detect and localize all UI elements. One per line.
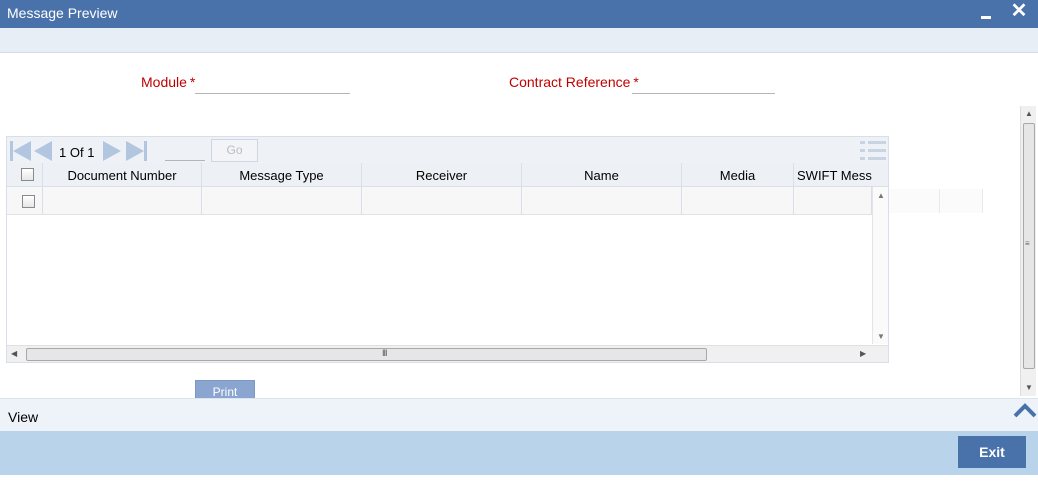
first-page-icon[interactable]	[13, 141, 31, 161]
select-all-checkbox[interactable]	[21, 168, 34, 181]
column-header[interactable]: Name	[522, 163, 682, 186]
last-page-bar[interactable]	[144, 141, 147, 161]
table-cell	[43, 187, 202, 214]
minimize-icon[interactable]	[980, 6, 994, 22]
column-header[interactable]: Message Type	[202, 163, 362, 186]
contract-reference-label: Contract Reference *	[509, 74, 639, 90]
view-label: View	[8, 409, 39, 425]
print-button[interactable]: Print	[195, 380, 255, 400]
column-header[interactable]: Media	[682, 163, 794, 186]
table-cell	[682, 187, 794, 214]
scroll-down-icon[interactable]: ▼	[1025, 383, 1033, 392]
table-row[interactable]	[7, 187, 888, 215]
message-grid: 1 Of 1 Go Document Number Message Type R…	[6, 136, 889, 363]
scroll-grip-icon: ≡	[1025, 239, 1030, 248]
title-bar: Message Preview ✕	[0, 0, 1038, 28]
page-number-input[interactable]	[165, 141, 205, 161]
grid-pager: 1 Of 1 Go	[7, 137, 888, 163]
table-cell	[522, 187, 682, 214]
overflow-cell	[889, 189, 940, 213]
next-page-icon[interactable]	[103, 141, 121, 161]
column-header[interactable]: Document Number	[43, 163, 202, 186]
row-checkbox[interactable]	[22, 195, 35, 208]
scroll-left-icon[interactable]: ◀	[11, 349, 17, 358]
window-title: Message Preview	[7, 5, 118, 21]
contract-reference-input[interactable]	[632, 72, 775, 94]
scroll-down-icon[interactable]: ▼	[877, 332, 885, 341]
module-label: Module *	[141, 74, 196, 90]
scroll-up-icon[interactable]: ▲	[1025, 109, 1033, 118]
table-cell	[362, 187, 522, 214]
scroll-right-icon[interactable]: ▶	[860, 349, 866, 358]
select-all-cell	[7, 163, 43, 186]
view-bar: View	[0, 398, 1038, 431]
overflow-cell	[940, 189, 983, 213]
column-header[interactable]: SWIFT Mess	[794, 163, 888, 186]
last-page-icon[interactable]	[126, 141, 144, 161]
chevron-up-icon[interactable]	[1012, 401, 1038, 419]
previous-page-icon[interactable]	[34, 141, 52, 161]
grid-header: Document Number Message Type Receiver Na…	[7, 163, 888, 187]
close-icon[interactable]: ✕	[1008, 1, 1030, 23]
footer-bar: Exit	[0, 431, 1038, 475]
page-indicator: 1 Of 1	[59, 145, 95, 160]
scroll-up-icon[interactable]: ▲	[877, 191, 885, 200]
row-select-cell	[7, 187, 43, 214]
scroll-grip-icon: III	[382, 348, 387, 358]
list-view-icon[interactable]	[860, 139, 886, 161]
table-cell	[202, 187, 362, 214]
toolbar-strip	[0, 28, 1038, 53]
page-vertical-scrollbar[interactable]: ▲ ≡ ▼	[1020, 106, 1036, 396]
exit-button[interactable]: Exit	[958, 436, 1026, 468]
go-button[interactable]: Go	[211, 139, 258, 162]
scroll-thumb[interactable]: III	[26, 348, 707, 361]
module-input[interactable]	[195, 72, 350, 94]
grid-horizontal-scrollbar[interactable]: ◀ III ▶	[7, 345, 888, 362]
grid-vertical-scrollbar[interactable]: ▲ ▼	[872, 187, 888, 344]
table-cell	[794, 187, 872, 214]
column-header[interactable]: Receiver	[362, 163, 522, 186]
